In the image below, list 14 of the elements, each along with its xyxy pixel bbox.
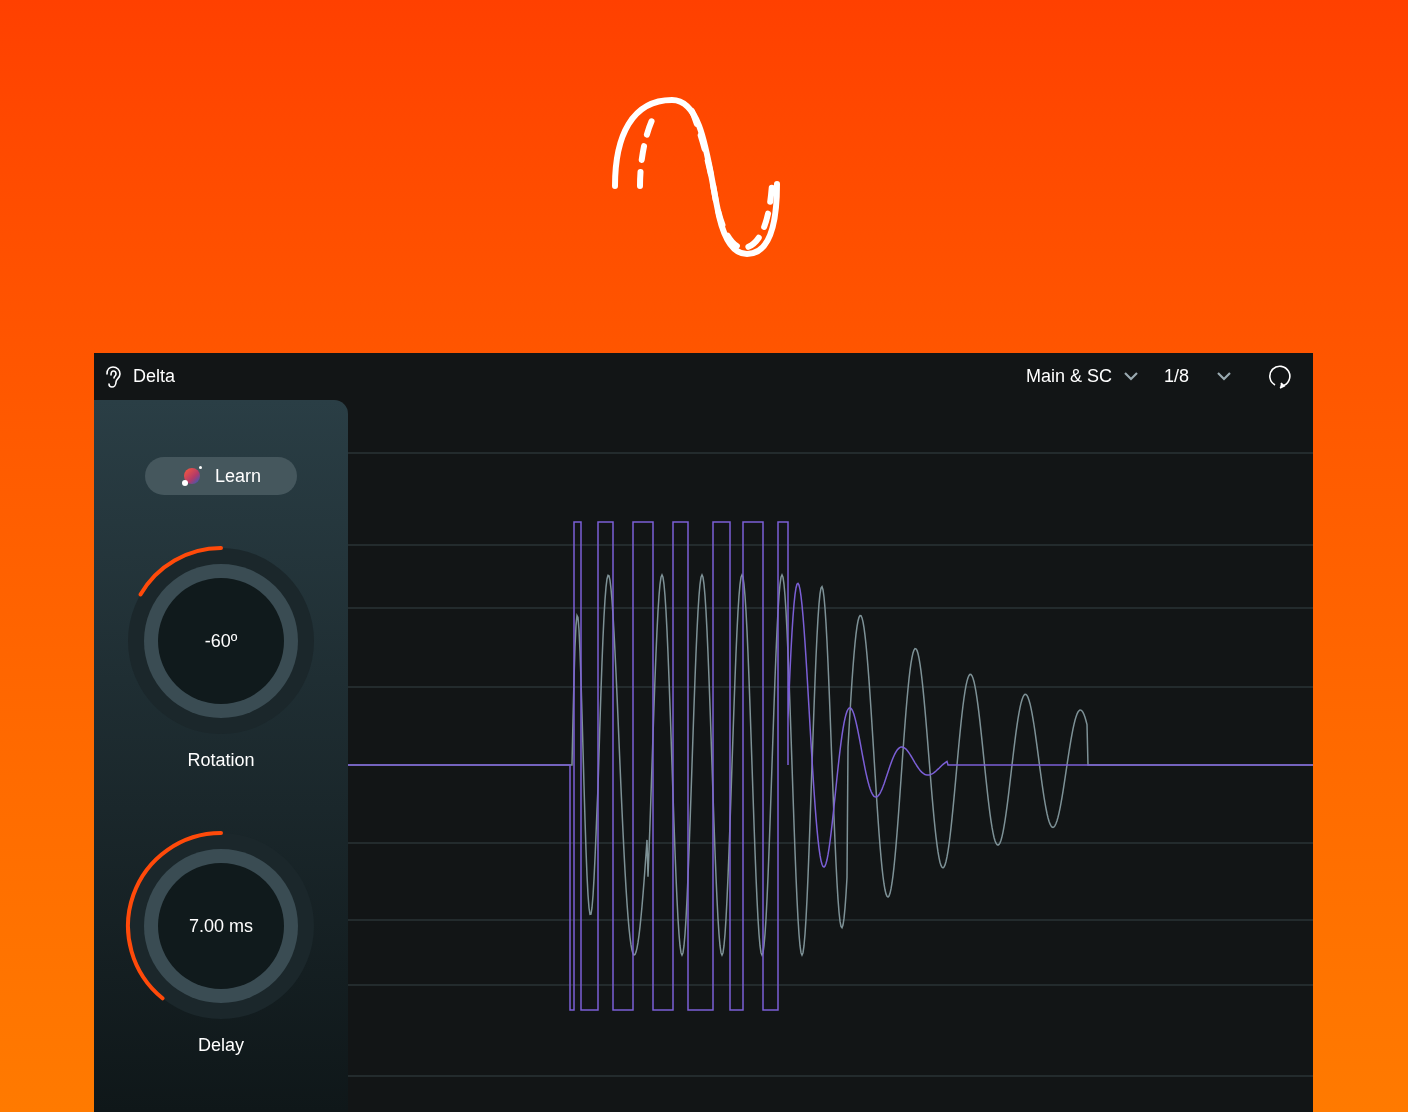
chevron-down-icon (1123, 372, 1138, 381)
reset-icon[interactable] (1267, 363, 1291, 390)
learn-button[interactable]: Learn (145, 457, 297, 495)
plugin-title: Delta (133, 365, 176, 388)
knob-value: 7.00 ms (189, 914, 253, 938)
knob-value: -60º (204, 629, 238, 653)
routing-dropdown[interactable]: Main & SC (1025, 363, 1138, 390)
orb-icon (180, 465, 203, 487)
ear-icon (104, 365, 122, 388)
knob-label: Rotation (187, 749, 255, 772)
knob-label: Delay (198, 1034, 244, 1057)
knob[interactable] (125, 830, 317, 1022)
chevron-down-icon (1217, 372, 1231, 381)
rate-dropdown[interactable]: 1/8 (1163, 363, 1231, 390)
